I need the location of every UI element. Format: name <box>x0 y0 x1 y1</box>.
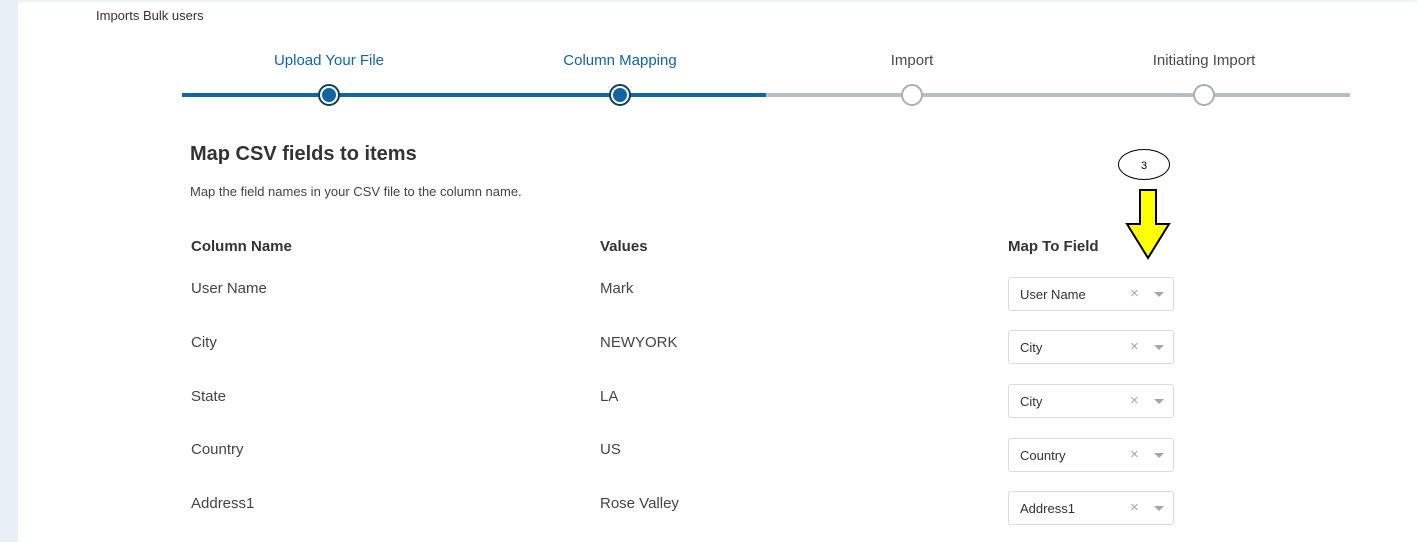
annotation-step-number: 3 <box>1118 149 1170 180</box>
map-to-field-header: Map To Field <box>1008 238 1099 255</box>
row-column-name: Country <box>191 441 244 458</box>
stepper-remaining-line <box>766 93 1350 97</box>
step-import-label: Import <box>890 52 934 69</box>
map-field-select[interactable]: City × <box>1008 384 1174 418</box>
clear-x-icon[interactable]: × <box>1130 392 1139 409</box>
step-initiating-dot <box>1193 84 1215 106</box>
chevron-down-icon[interactable] <box>1154 345 1164 350</box>
step-initiating-label: Initiating Import <box>1152 52 1256 69</box>
map-field-select[interactable]: Country × <box>1008 438 1174 472</box>
row-column-name: City <box>191 334 217 351</box>
row-column-name: User Name <box>191 280 267 297</box>
import-stepper: Upload Your File Column Mapping Import I… <box>0 0 1417 120</box>
chevron-down-icon[interactable] <box>1154 292 1164 297</box>
row-column-name: Address1 <box>191 495 255 512</box>
clear-x-icon[interactable]: × <box>1130 285 1139 302</box>
step-mapping-label[interactable]: Column Mapping <box>510 52 730 69</box>
clear-x-icon[interactable]: × <box>1130 499 1139 516</box>
row-value: Rose Valley <box>600 495 679 512</box>
clear-x-icon[interactable]: × <box>1130 446 1139 463</box>
values-header: Values <box>600 238 648 255</box>
map-field-selected-value: User Name <box>1020 287 1086 302</box>
map-field-select[interactable]: Address1 × <box>1008 491 1174 525</box>
row-column-name: State <box>191 388 227 405</box>
row-value: NEWYORK <box>600 334 678 351</box>
map-field-selected-value: City <box>1020 340 1043 355</box>
row-value: US <box>600 441 621 458</box>
chevron-down-icon[interactable] <box>1154 453 1164 458</box>
stepper-progress-line <box>182 93 766 97</box>
map-field-selected-value: City <box>1020 394 1043 409</box>
map-field-selected-value: Address1 <box>1020 501 1075 516</box>
chevron-down-icon[interactable] <box>1154 399 1164 404</box>
row-value: LA <box>600 388 619 405</box>
row-value: Mark <box>600 280 634 297</box>
column-name-header: Column Name <box>191 238 292 255</box>
section-title: Map CSV fields to items <box>190 143 417 165</box>
map-field-selected-value: Country <box>1020 448 1066 463</box>
step-import-dot <box>901 84 923 106</box>
section-subtitle: Map the field names in your CSV file to … <box>190 184 522 199</box>
chevron-down-icon[interactable] <box>1154 506 1164 511</box>
step-upload-dot[interactable] <box>318 84 340 106</box>
clear-x-icon[interactable]: × <box>1130 338 1139 355</box>
map-field-select[interactable]: User Name × <box>1008 277 1174 311</box>
step-upload-label[interactable]: Upload Your File <box>219 52 439 69</box>
step-mapping-dot[interactable] <box>609 84 631 106</box>
annotation-arrow-down-icon <box>1125 189 1171 260</box>
map-field-select[interactable]: City × <box>1008 330 1174 364</box>
